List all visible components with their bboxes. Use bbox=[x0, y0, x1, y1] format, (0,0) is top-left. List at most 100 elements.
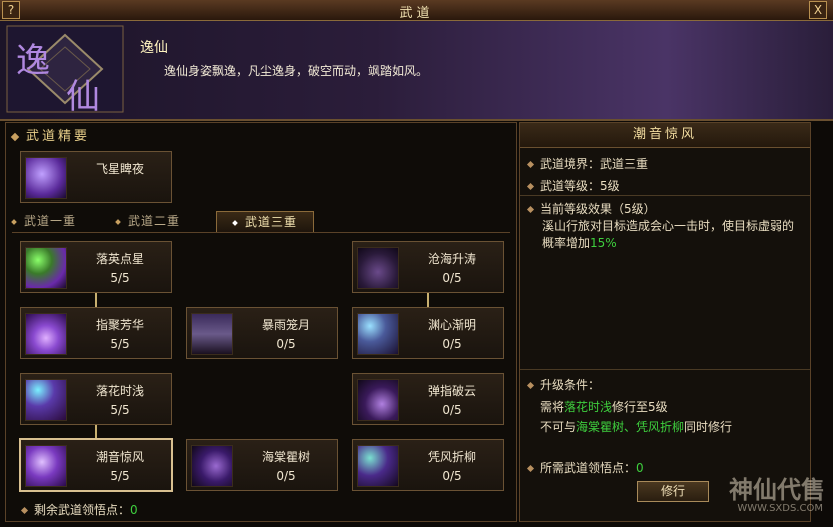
window-titlebar: ? 武道 X bbox=[0, 0, 833, 21]
grade-line: 武道等级：5级 bbox=[526, 177, 620, 194]
window-title: 武道 bbox=[399, 6, 434, 21]
skill-name: 潮音惊风 bbox=[95, 450, 144, 464]
essence-name: 飞星睥夜 bbox=[95, 162, 144, 176]
trident-icon bbox=[25, 313, 67, 355]
skill-name: 暴雨笼月 bbox=[261, 318, 310, 332]
skill-tree-panel: 武道精要 飞星睥夜 武道一重 武道二重 武道三重 落英点星 5/5 沧海升涛 0… bbox=[5, 122, 517, 522]
realm-line: 武道境界：武道三重 bbox=[526, 155, 649, 172]
trident-icon bbox=[357, 379, 399, 421]
swirl-green-icon bbox=[25, 247, 67, 289]
bullet-icon bbox=[20, 506, 29, 515]
orb-icon bbox=[357, 445, 399, 487]
skill-node[interactable]: 指聚芳华 5/5 bbox=[20, 307, 172, 359]
remaining-label: 剩余武道领悟点： bbox=[34, 503, 131, 517]
req2-post: 同时修行 bbox=[684, 420, 733, 434]
school-emblem: 逸 仙 bbox=[6, 25, 124, 117]
divider bbox=[520, 369, 810, 370]
skill-name: 海棠瞿树 bbox=[261, 450, 310, 464]
points-value: 0 bbox=[636, 461, 644, 475]
bullet-icon bbox=[526, 381, 535, 390]
bullet-icon bbox=[526, 205, 535, 214]
skill-level: 5/5 bbox=[110, 271, 130, 285]
skill-school-desc: 逸仙身姿飘逸，凡尘逸身，破空而动，飒踏如风。 bbox=[164, 64, 429, 78]
tab-underline bbox=[12, 232, 510, 233]
skill-level: 0/5 bbox=[442, 469, 462, 483]
skill-name: 凭风折柳 bbox=[427, 450, 476, 464]
bullet-icon bbox=[526, 182, 535, 191]
skill-name: 指聚芳华 bbox=[95, 318, 144, 332]
req1-skill: 落花时浅 bbox=[564, 400, 613, 414]
bullet-icon bbox=[526, 464, 535, 473]
orb-icon bbox=[357, 313, 399, 355]
remaining-value: 0 bbox=[130, 503, 138, 517]
connector-line bbox=[95, 425, 97, 439]
skill-node[interactable]: 沧海升涛 0/5 bbox=[352, 241, 504, 293]
essence-icon bbox=[25, 157, 67, 199]
section-title: 武道精要 bbox=[10, 125, 90, 144]
skill-name: 渊心渐明 bbox=[427, 318, 476, 332]
header-banner: 逸 仙 逸仙 逸仙身姿飘逸，凡尘逸身，破空而动，飒踏如风。 bbox=[0, 21, 833, 121]
skill-node[interactable]: 凭风折柳 0/5 bbox=[352, 439, 504, 491]
points-label: 所需武道领悟点： bbox=[540, 461, 637, 475]
skill-name: 落花时浅 bbox=[95, 384, 144, 398]
skill-level: 0/5 bbox=[442, 403, 462, 417]
connector-line bbox=[95, 293, 97, 307]
grade-label: 武道等级： bbox=[540, 179, 601, 193]
detail-title: 潮音惊风 bbox=[520, 123, 810, 148]
effect-text: 溪山行旅对目标造成会心一击时，使目标虚弱的概率增加 bbox=[542, 219, 795, 250]
upgrade-label: 升级条件： bbox=[540, 378, 601, 392]
skill-node[interactable]: 落英点星 5/5 bbox=[20, 241, 172, 293]
skill-detail-panel: 潮音惊风 武道境界：武道三重 武道等级：5级 当前等级效果（5级） 溪山行旅对目… bbox=[519, 122, 811, 522]
tab-tier-1-label: 武道一重 bbox=[24, 214, 77, 228]
tab-tier-2-label: 武道二重 bbox=[128, 214, 181, 228]
skill-level: 0/5 bbox=[442, 271, 462, 285]
skill-node[interactable]: 渊心渐明 0/5 bbox=[352, 307, 504, 359]
skill-node[interactable]: 暴雨笼月 0/5 bbox=[186, 307, 338, 359]
watermark-url: WWW.SXDS.COM bbox=[737, 503, 823, 514]
tab-tier-2[interactable]: 武道二重 bbox=[115, 211, 208, 231]
emblem-char-2: 仙 bbox=[66, 77, 100, 117]
close-button[interactable]: X bbox=[809, 1, 827, 19]
req2-skill: 海棠瞿树、凭风折柳 bbox=[576, 420, 685, 434]
wind-icon bbox=[25, 445, 67, 487]
req1-post: 修行至5级 bbox=[612, 400, 668, 414]
storm-icon bbox=[191, 313, 233, 355]
req2-pre: 不可与 bbox=[540, 420, 577, 434]
tab-tier-3[interactable]: 武道三重 bbox=[216, 211, 314, 233]
points-line: 所需武道领悟点：0 bbox=[526, 459, 644, 476]
remaining-points: 剩余武道领悟点：0 bbox=[20, 501, 138, 518]
essence-node[interactable]: 飞星睥夜 bbox=[20, 151, 172, 203]
realm-label: 武道境界： bbox=[540, 157, 601, 171]
skill-level: 5/5 bbox=[110, 403, 130, 417]
orb-icon bbox=[25, 379, 67, 421]
skill-level: 0/5 bbox=[276, 469, 296, 483]
diamond-icon bbox=[10, 132, 20, 141]
diamond-icon bbox=[232, 219, 238, 226]
train-button[interactable]: 修行 bbox=[637, 481, 709, 502]
skill-node[interactable]: 海棠瞿树 0/5 bbox=[186, 439, 338, 491]
divider bbox=[520, 195, 810, 196]
req1-pre: 需将 bbox=[540, 400, 565, 414]
upgrade-req-1: 需将落花时浅修行至5级 bbox=[540, 398, 668, 415]
skill-node[interactable]: 落花时浅 5/5 bbox=[20, 373, 172, 425]
skill-node-selected[interactable]: 潮音惊风 5/5 bbox=[19, 438, 173, 492]
blade-icon bbox=[191, 445, 233, 487]
emblem-char-1: 逸 bbox=[16, 41, 50, 81]
skill-level: 5/5 bbox=[110, 337, 130, 351]
tab-tier-1[interactable]: 武道一重 bbox=[11, 211, 108, 231]
trident-icon bbox=[357, 247, 399, 289]
connector-line bbox=[427, 293, 429, 307]
bullet-icon bbox=[526, 160, 535, 169]
skill-level: 0/5 bbox=[276, 337, 296, 351]
effect-value: 15% bbox=[590, 236, 617, 250]
skill-node[interactable]: 弹指破云 0/5 bbox=[352, 373, 504, 425]
skill-name: 弹指破云 bbox=[427, 384, 476, 398]
watermark-logo: 神仙代售 bbox=[729, 476, 825, 504]
skill-level: 0/5 bbox=[442, 337, 462, 351]
diamond-icon bbox=[115, 218, 121, 225]
realm-value: 武道三重 bbox=[600, 157, 649, 171]
skill-name: 沧海升涛 bbox=[427, 252, 476, 266]
skill-school-title: 逸仙 bbox=[140, 40, 168, 56]
upgrade-req-2: 不可与海棠瞿树、凭风折柳同时修行 bbox=[540, 418, 732, 435]
effect-desc: 溪山行旅对目标造成会心一击时，使目标虚弱的概率增加15% bbox=[542, 218, 804, 252]
